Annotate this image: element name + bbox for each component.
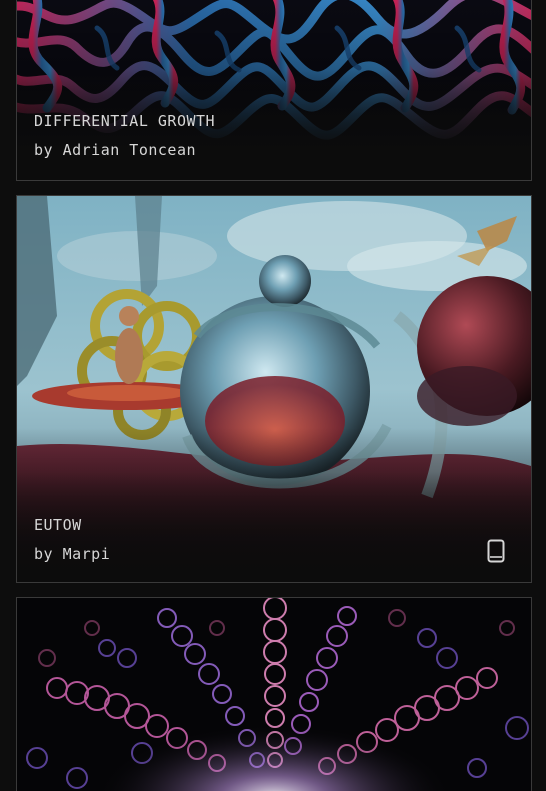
artwork-thumbnail	[17, 598, 531, 791]
artwork-title[interactable]: DIFFERENTIAL GROWTH	[34, 112, 215, 130]
artwork-title[interactable]: EUTOW	[34, 516, 82, 534]
artwork-artist[interactable]: by Marpi	[34, 545, 110, 563]
mobile-device-icon	[487, 539, 505, 563]
artwork-card[interactable]: DIFFERENTIAL GROWTH by Adrian Toncean	[16, 0, 532, 181]
artwork-card[interactable]: EUTOW by Marpi	[16, 195, 532, 583]
artwork-card[interactable]	[16, 597, 532, 791]
artwork-artist[interactable]: by Adrian Toncean	[34, 141, 196, 159]
card-caption-overlay	[17, 472, 531, 582]
